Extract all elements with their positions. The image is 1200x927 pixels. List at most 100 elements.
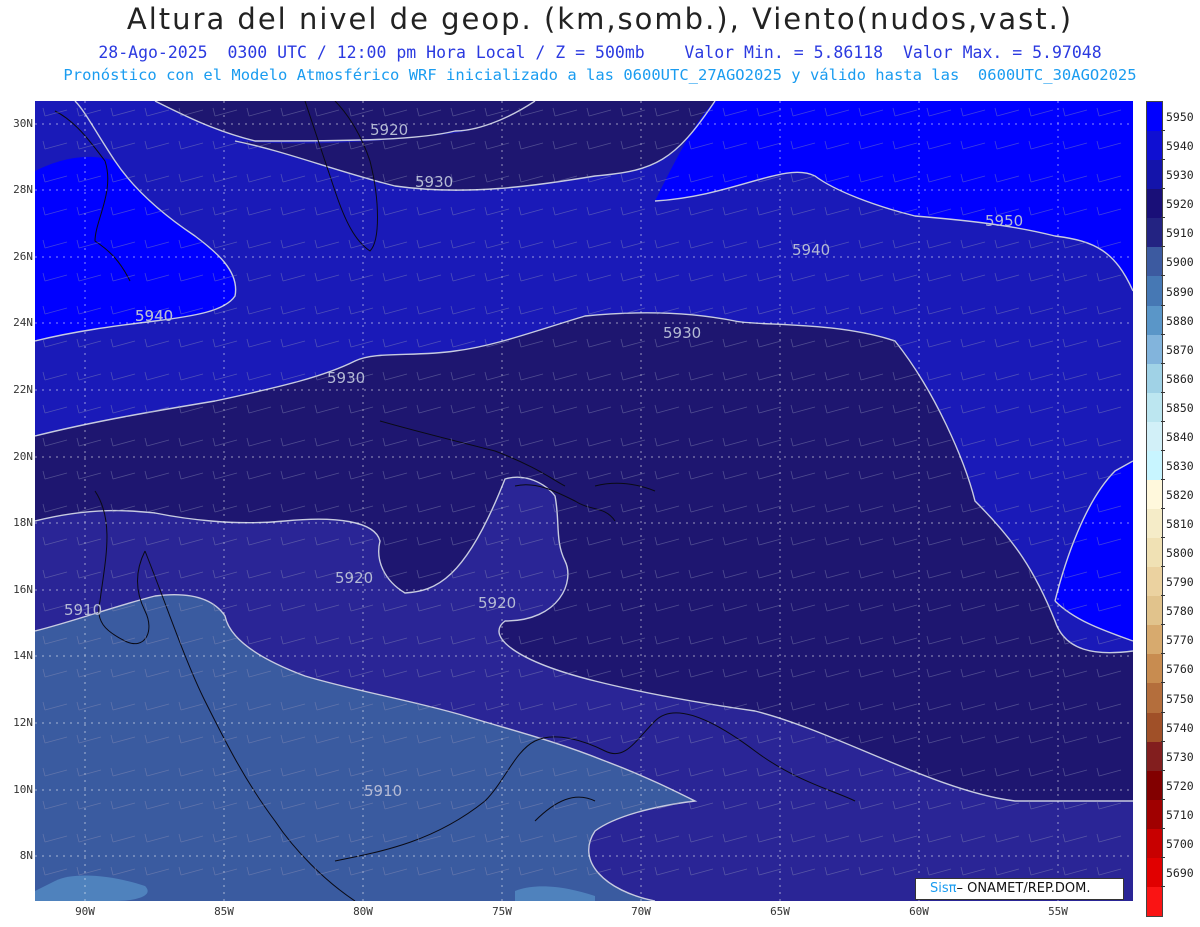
colorbar-swatch bbox=[1147, 625, 1162, 655]
lat-label: 24N bbox=[13, 316, 33, 329]
colorbar-tick bbox=[1161, 188, 1165, 190]
model-info-subtitle: Pronóstico con el Modelo Atmosférico WRF… bbox=[63, 66, 1137, 84]
lon-label: 60W bbox=[909, 905, 929, 918]
lat-label: 26N bbox=[13, 250, 33, 263]
lon-label: 75W bbox=[492, 905, 512, 918]
colorbar-tick bbox=[1161, 478, 1165, 480]
contour-label: 5910 bbox=[364, 782, 402, 800]
credit-box: Sisπ– ONAMET/REP.DOM. bbox=[915, 878, 1124, 900]
forecast-map: 5920 5930 5940 5950 5940 5940 5930 5930 … bbox=[35, 101, 1133, 901]
lat-label: 30N bbox=[13, 117, 33, 130]
colorbar-label: 5830 bbox=[1166, 458, 1194, 473]
contour-label: 5950 bbox=[985, 212, 1023, 230]
colorbar-label: 5940 bbox=[1166, 139, 1194, 154]
lon-label: 55W bbox=[1048, 905, 1068, 918]
colorbar-label: 5910 bbox=[1166, 226, 1194, 241]
colorbar-label: 5710 bbox=[1166, 807, 1194, 822]
colorbar-label: 5690 bbox=[1166, 865, 1194, 880]
colorbar-swatch bbox=[1147, 741, 1162, 772]
colorbar-tick bbox=[1161, 769, 1165, 771]
lon-label: 85W bbox=[214, 905, 234, 918]
colorbar-swatch bbox=[1147, 828, 1162, 859]
colorbar-label: 5840 bbox=[1166, 429, 1194, 444]
lat-label: 20N bbox=[13, 450, 33, 463]
colorbar-swatch bbox=[1147, 538, 1162, 568]
colorbar-swatch bbox=[1147, 247, 1162, 277]
colorbar-label: 5900 bbox=[1166, 255, 1194, 270]
colorbar-tick bbox=[1161, 624, 1165, 626]
lat-label: 10N bbox=[13, 783, 33, 796]
colorbar-label: 5860 bbox=[1166, 371, 1194, 386]
colorbar-swatch bbox=[1147, 392, 1162, 423]
colorbar-tick bbox=[1161, 682, 1165, 684]
lat-label: 8N bbox=[19, 849, 33, 862]
colorbar-tick bbox=[1161, 246, 1165, 248]
colorbar-tick bbox=[1161, 159, 1165, 161]
colorbar-tick bbox=[1161, 537, 1165, 539]
contour-label: 5940 bbox=[135, 307, 173, 325]
contour-label: 5920 bbox=[370, 121, 408, 139]
colorbar-label: 5920 bbox=[1166, 197, 1194, 212]
colorbar-tick bbox=[1161, 653, 1165, 655]
lat-label: 14N bbox=[13, 649, 33, 662]
contour-label: 5930 bbox=[415, 173, 453, 191]
colorbar-tick bbox=[1161, 130, 1165, 132]
colorbar-tick bbox=[1161, 856, 1165, 858]
colorbar-tick bbox=[1161, 362, 1165, 364]
colorbar-label: 5780 bbox=[1166, 604, 1194, 619]
colorbar-tick bbox=[1161, 275, 1165, 277]
colorbar-swatch bbox=[1147, 567, 1162, 597]
contour-label: 5930 bbox=[663, 324, 701, 342]
colorbar-label: 5740 bbox=[1166, 720, 1194, 735]
colorbar-swatch bbox=[1147, 509, 1162, 539]
colorbar-swatch bbox=[1147, 799, 1162, 830]
lon-label: 90W bbox=[75, 905, 95, 918]
colorbar bbox=[1146, 101, 1163, 917]
contour-label: 5920 bbox=[478, 594, 516, 612]
colorbar-tick bbox=[1161, 711, 1165, 713]
contour-label: 5940 bbox=[792, 241, 830, 259]
colorbar-swatch bbox=[1147, 450, 1162, 481]
colorbar-tick bbox=[1161, 885, 1165, 887]
colorbar-swatch bbox=[1147, 363, 1162, 394]
colorbar-swatch bbox=[1147, 189, 1162, 219]
colorbar-label: 5750 bbox=[1166, 691, 1194, 706]
lat-label: 12N bbox=[13, 716, 33, 729]
colorbar-tick bbox=[1161, 566, 1165, 568]
colorbar-swatch bbox=[1147, 305, 1162, 336]
colorbar-swatch bbox=[1147, 654, 1162, 684]
colorbar-swatch bbox=[1147, 334, 1162, 365]
lat-label: 16N bbox=[13, 583, 33, 596]
colorbar-label: 5950 bbox=[1166, 110, 1194, 125]
colorbar-tick bbox=[1161, 391, 1165, 393]
colorbar-label: 5890 bbox=[1166, 284, 1194, 299]
lat-label: 22N bbox=[13, 383, 33, 396]
colorbar-label: 5790 bbox=[1166, 575, 1194, 590]
contour-label: 5930 bbox=[327, 369, 365, 387]
colorbar-swatch bbox=[1147, 160, 1162, 190]
credit-org: – ONAMET/REP.DOM. bbox=[956, 881, 1091, 896]
colorbar-swatch bbox=[1147, 712, 1162, 743]
colorbar-swatch bbox=[1147, 276, 1162, 306]
map-title: Altura del nivel de geop. (km,somb.), Vi… bbox=[126, 2, 1074, 36]
colorbar-tick bbox=[1161, 217, 1165, 219]
colorbar-tick bbox=[1161, 595, 1165, 597]
contour-label: 5920 bbox=[335, 569, 373, 587]
colorbar-label: 5730 bbox=[1166, 749, 1194, 764]
colorbar-label: 5760 bbox=[1166, 662, 1194, 677]
valid-time-subtitle: 28-Ago-2025 0300 UTC / 12:00 pm Hora Loc… bbox=[98, 43, 1102, 62]
lon-label: 80W bbox=[353, 905, 373, 918]
colorbar-swatch bbox=[1147, 596, 1162, 626]
colorbar-label: 5870 bbox=[1166, 342, 1194, 357]
colorbar-swatch bbox=[1147, 770, 1162, 801]
colorbar-label: 5820 bbox=[1166, 488, 1194, 502]
colorbar-swatch bbox=[1147, 131, 1162, 161]
colorbar-label: 5700 bbox=[1166, 836, 1194, 851]
credit-sis: Sisπ bbox=[930, 881, 957, 896]
colorbar-label: 5800 bbox=[1166, 546, 1194, 561]
contour-label: 5910 bbox=[64, 601, 102, 619]
colorbar-swatch bbox=[1147, 857, 1162, 888]
colorbar-swatch bbox=[1147, 479, 1162, 510]
colorbar-tick bbox=[1161, 304, 1165, 306]
colorbar-tick bbox=[1161, 798, 1165, 800]
